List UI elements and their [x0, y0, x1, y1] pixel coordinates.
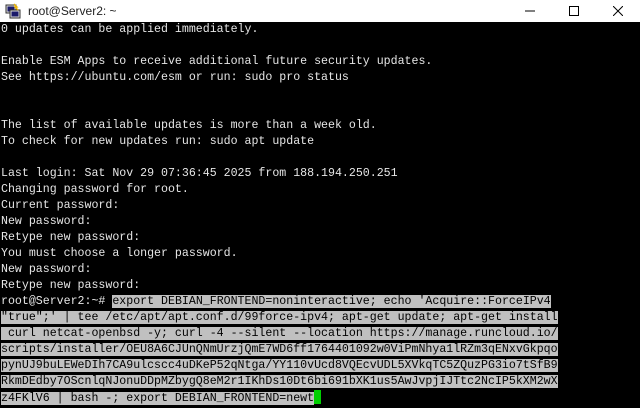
terminal-line: Enable ESM Apps to receive additional fu… — [1, 55, 433, 68]
shell-prompt: root@Server2:~# — [1, 295, 113, 308]
terminal-line: New password: — [1, 263, 92, 276]
maximize-icon — [569, 6, 579, 16]
close-button[interactable] — [596, 0, 640, 22]
terminal-line: See https://ubuntu.com/esm or run: sudo … — [1, 71, 349, 84]
command-line: pynUJ9buLEWeDIh7CA9ulcscc4uDKeP52qNtga/Y… — [0, 358, 640, 374]
command-line: scripts/installer/OEU8A6CJUnQNmUrzjQmE7W… — [0, 342, 640, 358]
selected-command-text[interactable]: "true";' | tee /etc/apt/apt.conf.d/99for… — [1, 311, 558, 324]
terminal-line: Current password: — [1, 199, 120, 212]
command-line: root@Server2:~# export DEBIAN_FRONTEND=n… — [0, 294, 640, 310]
selected-command-text[interactable]: export DEBIAN_FRONTEND=noninteractive; e… — [112, 295, 551, 308]
terminal-line: To check for new updates run: sudo apt u… — [1, 135, 315, 148]
selected-command-text[interactable]: curl netcat-openbsd -y; curl -4 --silent… — [1, 327, 558, 340]
terminal-line: New password: — [1, 215, 92, 228]
selected-command-text[interactable]: z4FKlV6 | bash -; export DEBIAN_FRONTEND… — [1, 392, 315, 405]
minimize-icon — [525, 10, 535, 12]
terminal-output[interactable]: 0 updates can be applied immediately. En… — [0, 22, 640, 408]
terminal-line: Last login: Sat Nov 29 07:36:45 2025 fro… — [1, 167, 398, 180]
title-bar: root@Server2: ~ — [0, 0, 640, 22]
terminal-line: You must choose a longer password. — [1, 247, 238, 260]
terminal-line: Retype new password: — [1, 231, 141, 244]
terminal-line: Changing password for root. — [1, 183, 189, 196]
putty-terminal-icon — [5, 3, 21, 19]
terminal-line: Retype new password: — [1, 279, 141, 292]
minimize-button[interactable] — [508, 0, 552, 22]
command-line: "true";' | tee /etc/apt/apt.conf.d/99for… — [0, 310, 640, 326]
selected-command-text[interactable]: RkmDEdby7OScnlqNJonuDDpMZbygQ8eM2r1IKhDs… — [1, 375, 558, 388]
command-line: z4FKlV6 | bash -; export DEBIAN_FRONTEND… — [0, 390, 640, 406]
selected-command-text[interactable]: pynUJ9buLEWeDIh7CA9ulcscc4uDKeP52qNtga/Y… — [1, 359, 558, 372]
terminal-line: 0 updates can be applied immediately. — [1, 23, 259, 36]
command-line: curl netcat-openbsd -y; curl -4 --silent… — [0, 326, 640, 342]
maximize-button[interactable] — [552, 0, 596, 22]
window-title: root@Server2: ~ — [28, 4, 117, 18]
close-icon — [613, 6, 623, 16]
command-line: RkmDEdby7OScnlqNJonuDDpMZbygQ8eM2r1IKhDs… — [0, 374, 640, 390]
terminal-line: The list of available updates is more th… — [1, 119, 377, 132]
selected-command-text[interactable]: scripts/installer/OEU8A6CJUnQNmUrzjQmE7W… — [1, 343, 558, 356]
text-cursor — [314, 390, 322, 404]
